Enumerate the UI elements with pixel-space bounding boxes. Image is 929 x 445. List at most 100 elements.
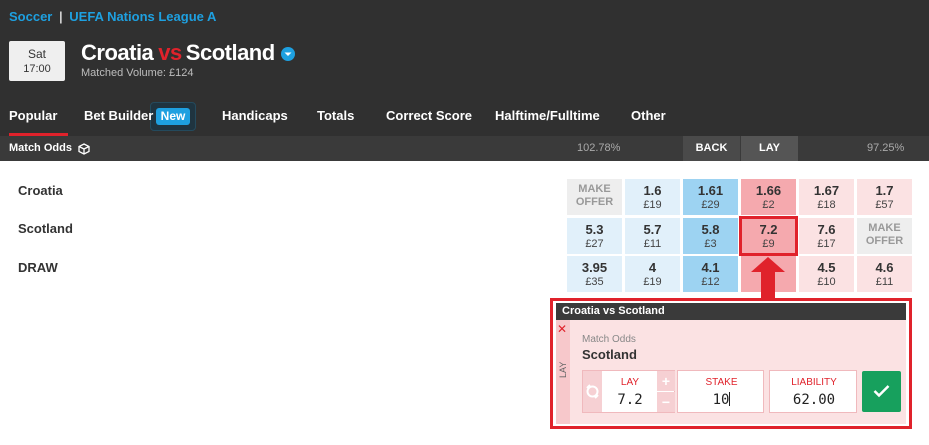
close-icon[interactable]: ✕ xyxy=(557,322,567,336)
away-team: Scotland xyxy=(185,40,275,65)
breadcrumb-competition[interactable]: UEFA Nations League A xyxy=(69,9,216,24)
back-price-2-cell[interactable]: 5.7 £11 xyxy=(625,218,680,254)
tab-handicaps[interactable]: Handicaps xyxy=(222,98,288,136)
back-price-2-cell[interactable]: 1.6 £19 xyxy=(625,179,680,215)
odds-value[interactable]: 7.2 xyxy=(603,392,657,408)
event-day: Sat xyxy=(27,47,46,61)
make-offer-label: MAKE xyxy=(868,222,901,234)
cube-icon[interactable] xyxy=(78,142,90,160)
price-amount: £11 xyxy=(875,276,894,288)
price-odds: 4.6 xyxy=(875,260,894,275)
match-title: Croatia vs Scotland xyxy=(81,40,275,66)
price-odds: 1.7 xyxy=(875,183,894,198)
lay-price-best-cell[interactable]: 1.66 £2 xyxy=(741,179,796,215)
tab-popular[interactable]: Popular xyxy=(9,98,68,136)
liability-label: LIABILITY xyxy=(791,377,837,388)
lay-price-2-cell[interactable]: 1.67 £18 xyxy=(799,179,854,215)
text-caret xyxy=(729,392,731,406)
back-price-3-cell[interactable]: 5.3 £27 xyxy=(567,218,622,254)
price-amount: £29 xyxy=(701,199,720,211)
breadcrumb-sport[interactable]: Soccer xyxy=(9,9,52,24)
back-column-header: BACK xyxy=(683,136,740,161)
liability-input[interactable]: LIABILITY 62.00 xyxy=(769,370,857,413)
lay-price-3-cell[interactable]: 1.7 £57 xyxy=(857,179,912,215)
price-odds: 1.66 xyxy=(755,183,782,198)
odds-increase-button[interactable]: + xyxy=(657,371,675,391)
price-amount: £19 xyxy=(643,276,662,288)
event-header: Soccer | UEFA Nations League A Sat 17:00… xyxy=(0,0,929,136)
price-odds: 1.61 xyxy=(697,183,724,198)
make-offer-label: OFFER xyxy=(575,196,614,208)
price-amount: £2 xyxy=(762,199,775,211)
back-price-2-cell[interactable]: 4 £19 xyxy=(625,256,680,292)
price-odds: 4 xyxy=(648,260,657,275)
price-amount: £57 xyxy=(875,199,894,211)
breadcrumb-separator: | xyxy=(59,9,63,24)
market-tabs: Popular Bet Builder Handicaps Totals Cor… xyxy=(0,98,929,136)
price-odds: 5.8 xyxy=(701,222,720,237)
home-team: Croatia xyxy=(81,40,154,65)
price-amount: £27 xyxy=(585,238,604,250)
market-header: Match Odds 102.78% BACK LAY 97.25% xyxy=(0,136,929,161)
tab-bet-builder[interactable]: Bet Builder xyxy=(84,98,153,136)
odds-decrease-button[interactable]: − xyxy=(657,392,675,412)
chevron-down-icon[interactable] xyxy=(281,47,295,61)
tab-other[interactable]: Other xyxy=(631,98,666,136)
back-price-best-cell[interactable]: 4.1 £12 xyxy=(683,256,738,292)
stake-input[interactable]: STAKE 10 xyxy=(677,370,764,413)
tab-totals[interactable]: Totals xyxy=(317,98,354,136)
price-odds: 5.7 xyxy=(643,222,662,237)
stake-value[interactable]: 10 xyxy=(678,392,765,408)
betslip-selection: Scotland xyxy=(582,347,637,362)
runner-name: DRAW xyxy=(18,260,58,275)
lay-price-2-cell[interactable]: 7.6 £17 xyxy=(799,218,854,254)
price-amount: £10 xyxy=(817,276,836,288)
betslip-title: Croatia vs Scotland xyxy=(556,303,906,320)
event-time: 17:00 xyxy=(23,63,51,75)
make-offer-label: MAKE xyxy=(578,183,611,195)
betslip-side-label: LAY xyxy=(558,361,568,378)
price-odds: 4.1 xyxy=(701,260,720,275)
runner-name: Croatia xyxy=(18,183,63,198)
lay-column-header: LAY xyxy=(741,136,798,161)
selected-price-highlight xyxy=(739,216,798,256)
back-price-best-cell[interactable]: 5.8 £3 xyxy=(683,218,738,254)
odds-input[interactable]: LAY 7.2 + − xyxy=(582,370,675,413)
make-offer-label: OFFER xyxy=(865,235,904,247)
tab-correct-score[interactable]: Correct Score xyxy=(386,98,472,136)
price-odds: 3.95 xyxy=(581,260,608,275)
back-overround: 102.78% xyxy=(577,142,621,154)
price-amount: £17 xyxy=(817,238,836,250)
lay-overround: 97.25% xyxy=(867,142,905,154)
price-odds: 7.6 xyxy=(817,222,836,237)
matched-volume: Matched Volume: £124 xyxy=(81,67,194,79)
checkmark-icon xyxy=(873,385,890,398)
price-amount: £11 xyxy=(643,238,662,250)
make-offer-button[interactable]: MAKE OFFER xyxy=(857,218,912,254)
swap-icon[interactable] xyxy=(583,371,602,412)
event-date-box: Sat 17:00 xyxy=(9,41,65,81)
tab-halftime-fulltime[interactable]: Halftime/Fulltime xyxy=(495,98,600,136)
price-odds: 4.5 xyxy=(817,260,836,275)
price-amount: £3 xyxy=(704,238,717,250)
liability-value[interactable]: 62.00 xyxy=(770,392,858,408)
price-odds: 5.3 xyxy=(585,222,604,237)
lay-price-3-cell[interactable]: 4.6 £11 xyxy=(857,256,912,292)
vs-label: vs xyxy=(158,40,182,65)
price-odds: 1.6 xyxy=(643,183,662,198)
stake-label: STAKE xyxy=(705,377,738,388)
odds-label: LAY xyxy=(620,377,640,388)
arrow-up-icon xyxy=(751,257,785,301)
price-odds: 1.67 xyxy=(813,183,840,198)
back-price-best-cell[interactable]: 1.61 £29 xyxy=(683,179,738,215)
price-amount: £12 xyxy=(701,276,720,288)
back-price-3-cell[interactable]: 3.95 £35 xyxy=(567,256,622,292)
price-amount: £35 xyxy=(585,276,604,288)
breadcrumb: Soccer | UEFA Nations League A xyxy=(9,9,216,24)
confirm-bet-button[interactable] xyxy=(862,371,901,412)
price-amount: £19 xyxy=(643,199,662,211)
lay-price-2-cell[interactable]: 4.5 £10 xyxy=(799,256,854,292)
betslip-market: Match Odds xyxy=(582,334,636,345)
make-offer-button[interactable]: MAKE OFFER xyxy=(567,179,622,215)
stake-value-text: 10 xyxy=(712,392,730,408)
